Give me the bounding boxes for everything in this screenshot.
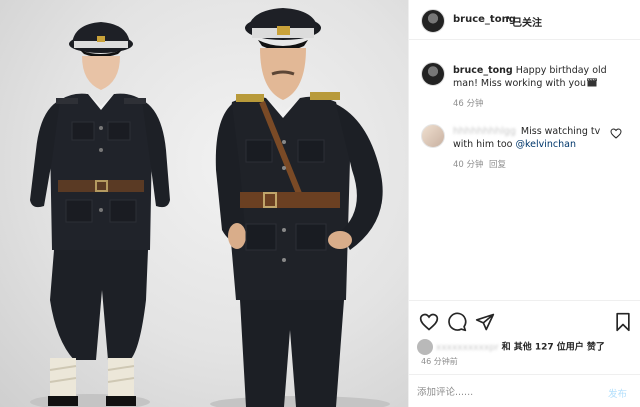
separator-dot: •: [505, 13, 511, 24]
add-comment-bar: 发布: [409, 374, 640, 407]
bookmark-icon[interactable]: [613, 312, 633, 332]
comment-timestamp: 40 分钟: [453, 160, 484, 170]
heart-outline-icon[interactable]: [610, 128, 622, 139]
photo-illustration: [30, 8, 390, 407]
comment-bubble-icon[interactable]: [447, 312, 467, 332]
comment-body: hhhhhhhhlgg Miss watching tv with him to…: [453, 125, 619, 151]
post-photo[interactable]: [0, 0, 408, 407]
heart-outline-icon[interactable]: [419, 312, 439, 332]
likes-count-text[interactable]: 和 其他 127 位用户 赞了: [502, 343, 605, 353]
caption-username[interactable]: bruce_tong: [453, 65, 513, 76]
likes-summary: xxxxxxxxxxpr 和 其他 127 位用户 赞了: [417, 339, 637, 355]
left-soldier-figure: [30, 22, 170, 406]
commenter-avatar[interactable]: [421, 124, 445, 148]
caption-timestamp: 46 分钟: [453, 99, 484, 109]
comment-mention-link[interactable]: @kelvinchan: [516, 139, 577, 150]
post-action-bar: [409, 300, 640, 340]
commenter-username[interactable]: hhhhhhhhlgg: [453, 125, 516, 138]
follow-status-button[interactable]: 已关注: [512, 14, 542, 29]
author-avatar[interactable]: [421, 9, 445, 33]
post-timestamp: 46 分钟前: [421, 357, 458, 366]
post-side-panel: bruce_tong • 已关注 bruce_tong Happy birthda…: [408, 0, 640, 407]
caption-author-avatar[interactable]: [421, 62, 445, 86]
post-header: bruce_tong • 已关注: [409, 0, 640, 40]
clapperboard-icon: [587, 78, 597, 87]
paper-plane-icon[interactable]: [475, 312, 495, 332]
right-officer-figure: [215, 8, 383, 407]
comment-reply-button[interactable]: 回复: [489, 158, 506, 170]
liker-avatar[interactable]: [417, 339, 433, 355]
post-comment-button[interactable]: 发布: [608, 386, 627, 400]
comment-input[interactable]: [417, 384, 597, 400]
liker-username[interactable]: xxxxxxxxxxpr: [436, 343, 499, 353]
caption-body: bruce_tong Happy birthday old man! Miss w…: [453, 64, 633, 90]
